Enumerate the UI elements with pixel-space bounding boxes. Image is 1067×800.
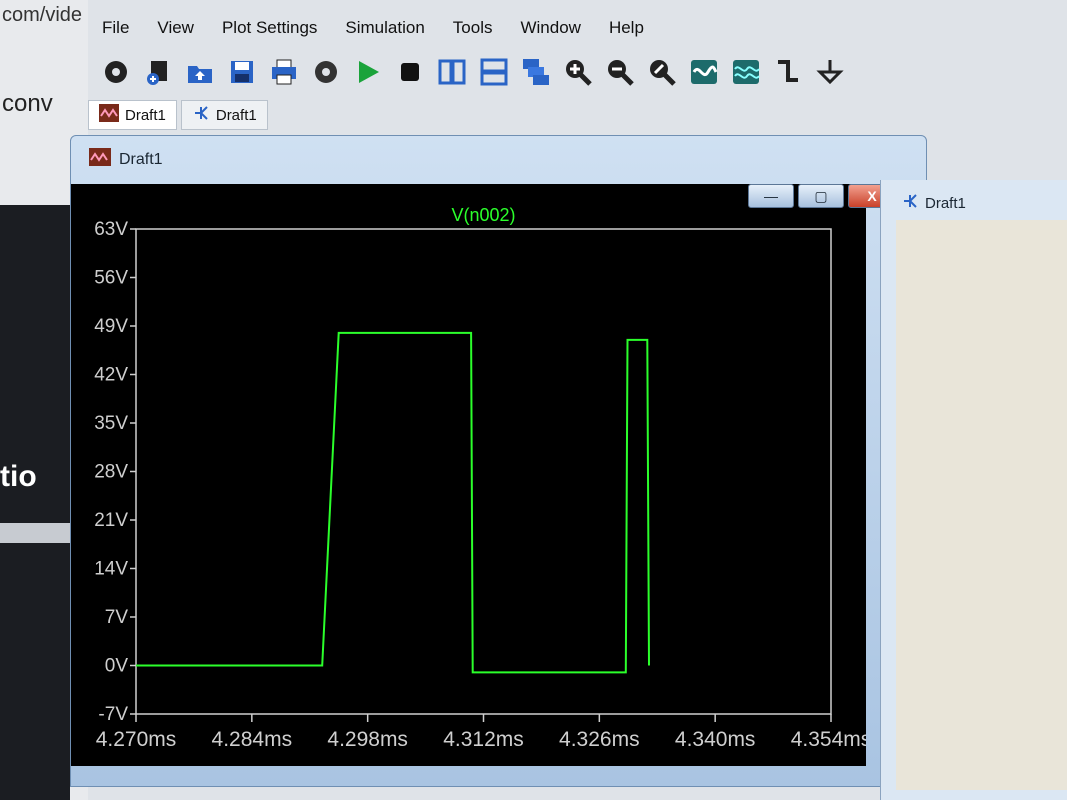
tile-vertical-icon[interactable] [434, 55, 470, 89]
run-icon[interactable] [350, 55, 386, 89]
y-tick-label: 42V [94, 365, 128, 386]
open-icon[interactable] [182, 55, 218, 89]
menu-simulation[interactable]: Simulation [331, 8, 438, 46]
y-tick-label: -7V [98, 704, 128, 725]
menu-tools[interactable]: Tools [439, 8, 507, 46]
y-tick-label: 63V [94, 219, 128, 240]
side-schematic-window: Draft1 [880, 180, 1067, 800]
side-window-titlebar: Draft1 [901, 192, 966, 214]
tab-draft1-waveform[interactable]: Draft1 [88, 100, 177, 130]
waveform-icon [89, 148, 111, 171]
y-tick-label: 21V [94, 510, 128, 531]
window-controls: — ▢ X [748, 184, 896, 208]
side-window-title: Draft1 [925, 194, 966, 212]
tab-label: Draft1 [125, 106, 166, 124]
background-dark-panel: tio [0, 205, 70, 800]
gear-icon[interactable] [98, 55, 134, 89]
plot-frame [135, 228, 832, 715]
menu-file[interactable]: File [88, 8, 143, 46]
menu-help[interactable]: Help [595, 8, 658, 46]
chart-title: V(n002) [451, 205, 515, 225]
background-url-text: com/vide [2, 4, 83, 26]
tab-draft1-schematic[interactable]: Draft1 [180, 100, 268, 130]
x-tick-label: 4.340ms [675, 728, 756, 751]
plot-window-titlebar: Draft1 [89, 148, 163, 171]
menu-window[interactable]: Window [506, 8, 594, 46]
save-icon[interactable] [224, 55, 260, 89]
background-tio-text: tio [0, 460, 37, 493]
background-band [0, 523, 70, 543]
ground-icon[interactable] [812, 55, 848, 89]
x-tick-label: 4.270ms [96, 728, 177, 751]
plot-area[interactable]: 63V 56V 49V 42V 35V 28V 21V 14V 7V 0V -7V 4.270ms 4.… [71, 184, 866, 766]
settings-icon[interactable] [308, 55, 344, 89]
cascade-icon[interactable] [518, 55, 554, 89]
x-tick-label: 4.354ms [791, 728, 866, 751]
menu-plot-settings[interactable]: Plot Settings [208, 8, 331, 46]
plot-settings-icon[interactable] [728, 55, 764, 89]
series-line-v-n002- [136, 331, 650, 674]
autorange-icon[interactable] [686, 55, 722, 89]
y-tick-label: 56V [94, 268, 128, 289]
schematic-icon [901, 192, 919, 214]
x-tick-label: 4.312ms [443, 728, 524, 751]
schematic-icon [192, 104, 210, 126]
y-tick-label: 35V [94, 413, 128, 434]
y-tick-label: 0V [105, 656, 129, 677]
wire-icon[interactable] [770, 55, 806, 89]
print-icon[interactable] [266, 55, 302, 89]
side-window-canvas[interactable] [896, 220, 1067, 790]
y-tick-label: 7V [105, 607, 129, 628]
menubar: File View Plot Settings Simulation Tools… [88, 8, 658, 46]
plot-window: Draft1 63V 56V 49V 42V 35V 28V 21V 14V 7V 0V -7V 4.… [70, 135, 927, 787]
y-tick-label: 49V [94, 316, 128, 337]
y-tick-label: 14V [94, 559, 128, 580]
zoom-fit-icon[interactable] [644, 55, 680, 89]
tab-label: Draft1 [215, 106, 257, 124]
new-schematic-icon[interactable] [140, 55, 176, 89]
x-tick-label: 4.298ms [327, 728, 408, 751]
x-tick-label: 4.284ms [212, 728, 293, 751]
waveform-icon [99, 104, 119, 126]
tab-bar: Draft1 Draft1 [88, 100, 268, 130]
stop-icon[interactable] [392, 55, 428, 89]
plot-window-title: Draft1 [119, 150, 163, 168]
zoom-out-icon[interactable] [602, 55, 638, 89]
y-tick-label: 28V [94, 462, 128, 483]
toolbar [98, 52, 848, 92]
minimize-button[interactable]: — [748, 184, 794, 208]
zoom-in-icon[interactable] [560, 55, 596, 89]
tile-horizontal-icon[interactable] [476, 55, 512, 89]
background-conv-text: conv [2, 90, 53, 117]
menu-view[interactable]: View [143, 8, 208, 46]
restore-button[interactable]: ▢ [798, 184, 844, 208]
waveform-plot[interactable]: 63V 56V 49V 42V 35V 28V 21V 14V 7V 0V -7V 4.270ms 4.… [71, 184, 866, 766]
x-tick-label: 4.326ms [559, 728, 640, 751]
